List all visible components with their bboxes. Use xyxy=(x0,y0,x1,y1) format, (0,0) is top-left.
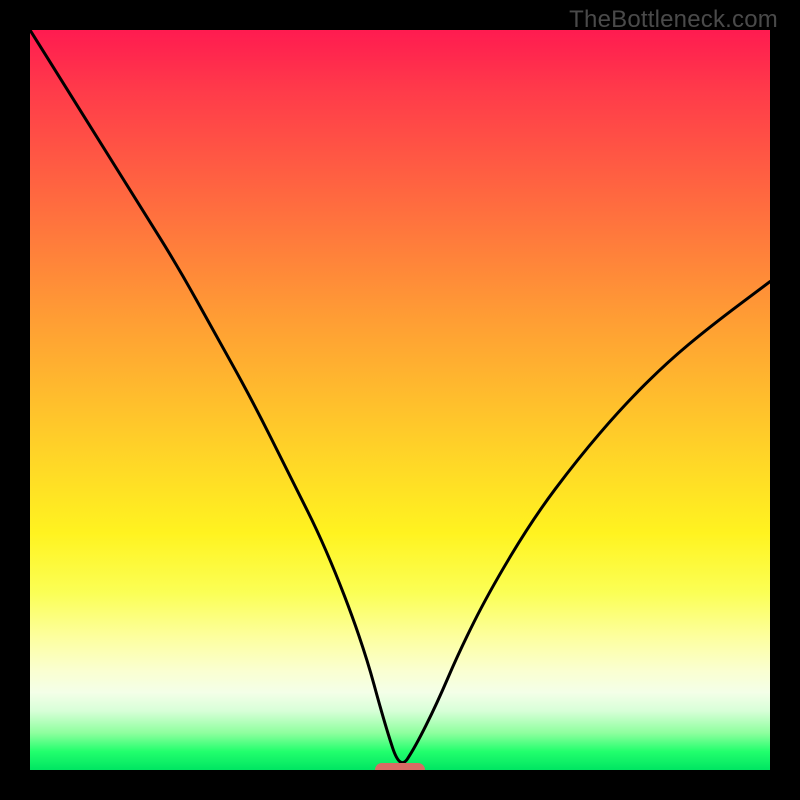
bottleneck-curve xyxy=(30,30,770,770)
watermark-text: TheBottleneck.com xyxy=(569,6,778,34)
chart-frame: TheBottleneck.com xyxy=(0,0,800,800)
curve-path xyxy=(30,30,770,763)
plot-area xyxy=(30,30,770,770)
optimum-marker xyxy=(375,763,425,770)
